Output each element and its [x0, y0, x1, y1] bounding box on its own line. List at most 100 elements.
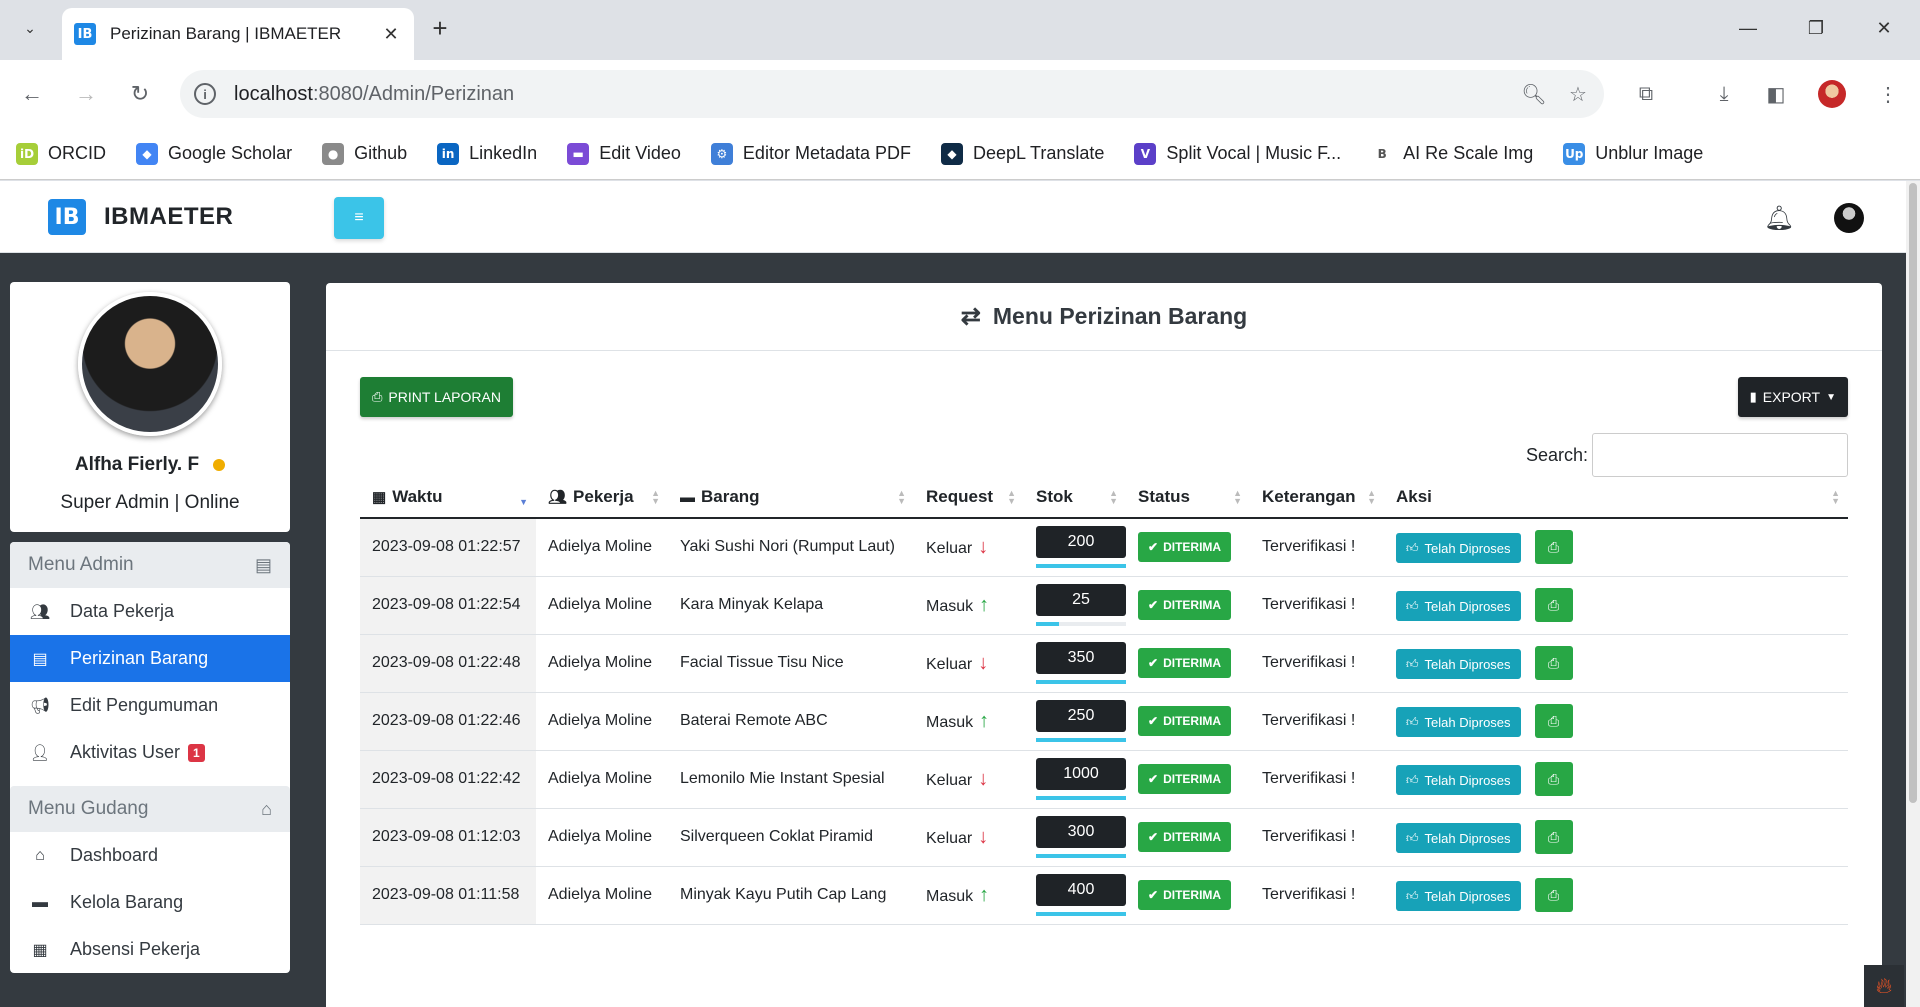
extensions-puzzle-icon[interactable]: ⧉ — [1628, 76, 1664, 112]
processed-button[interactable]: 👍︎ Telah Diproses — [1396, 823, 1521, 853]
sidebar-item-data-pekerja[interactable]: 👥︎ Data Pekerja — [10, 588, 290, 635]
stock-progress-fill — [1036, 912, 1126, 916]
processed-button[interactable]: 👍︎ Telah Diproses — [1396, 649, 1521, 679]
col-status[interactable]: Status ▲ ▼ — [1126, 476, 1250, 519]
page-title-text: Menu Perizinan Barang — [992, 303, 1248, 329]
scrollbar-thumb[interactable] — [1909, 183, 1917, 803]
bookmark-item[interactable]: ◆ Google Scholar — [136, 142, 292, 165]
profile-avatar-icon[interactable] — [1814, 76, 1850, 112]
print-report-label: PRINT LAPORAN — [388, 389, 501, 405]
sidebar-item-absensi-pekerja[interactable]: ▦ Absensi Pekerja — [10, 926, 290, 973]
status-text: DITERIMA — [1163, 656, 1222, 670]
bookmark-item[interactable]: ⚙ Editor Metadata PDF — [710, 142, 911, 165]
sidebar-item-perizinan-barang[interactable]: ▤ Perizinan Barang — [10, 635, 290, 682]
status-badge: ✔ DITERIMA — [1138, 764, 1232, 794]
flame-icon[interactable]: 🔥︎ — [1864, 965, 1904, 1007]
tab-search-chevron-icon[interactable]: ⌄ — [14, 12, 46, 44]
sidebar-item-edit-pengumuman[interactable]: 📢︎ Edit Pengumuman — [10, 682, 290, 729]
processed-button[interactable]: 👍︎ Telah Diproses — [1396, 765, 1521, 795]
zoom-magnifier-icon[interactable]: 🔍︎ — [1516, 76, 1552, 112]
check-icon: ✔ — [1148, 714, 1159, 728]
sidebar-toggle-button[interactable]: ≡ — [334, 197, 384, 239]
bookmark-item[interactable]: in LinkedIn — [437, 142, 537, 165]
address-bar[interactable]: i localhost:8080/Admin/Perizinan 🔍︎ ☆ — [180, 70, 1604, 118]
sort-icon: ▲ ▼ — [1367, 488, 1376, 506]
print-row-button[interactable]: ⎙ — [1534, 704, 1573, 738]
col-keterangan-label: Keterangan — [1262, 486, 1356, 506]
back-arrow-icon[interactable]: ← — [14, 76, 50, 112]
col-stok[interactable]: Stok ▲ ▼ — [1024, 476, 1126, 519]
bookmark-item[interactable]: ▬ Edit Video — [567, 142, 681, 165]
bookmark-favicon-icon: ▬ — [567, 142, 590, 165]
sidebar-item-dashboard[interactable]: ⌂ Dashboard — [10, 832, 290, 879]
bookmark-item[interactable]: ◆ DeepL Translate — [941, 142, 1104, 165]
minimize-icon[interactable]: — — [1724, 10, 1772, 46]
cell-request: Keluar ↓ — [914, 808, 1024, 867]
download-icon[interactable]: ⤓ — [1706, 76, 1742, 112]
restore-icon[interactable]: ❐ — [1792, 10, 1840, 46]
brand[interactable]: IB IBMAETER — [48, 199, 233, 235]
stock-indicator: 300 — [1036, 816, 1126, 858]
print-row-button[interactable]: ⎙ — [1534, 530, 1573, 565]
sidebar-item-aktivitas-user[interactable]: 👤︎ Aktivitas User 1 — [10, 729, 290, 776]
notification-bell-icon[interactable]: 🔔︎ — [1764, 203, 1794, 233]
print-row-button[interactable]: ⎙ — [1534, 820, 1573, 854]
cell-aksi: 👍︎ Telah Diproses ⎙ — [1384, 576, 1848, 635]
print-row-button[interactable]: ⎙ — [1534, 646, 1573, 680]
bookmark-item[interactable]: B AI Re Scale Img — [1371, 142, 1533, 165]
id-card-icon: ▤ — [254, 554, 272, 575]
thumbs-up-icon: 👍︎ — [1406, 598, 1419, 613]
bookmark-item[interactable]: Up Unblur Image — [1563, 142, 1703, 165]
col-pekerja[interactable]: 👥︎ Pekerja ▲ ▼ — [536, 476, 668, 519]
export-dropdown-button[interactable]: ▮ EXPORT ▼ — [1737, 377, 1848, 417]
new-tab-plus-icon[interactable]: + — [424, 12, 456, 44]
status-text: DITERIMA — [1163, 830, 1222, 844]
cell-stok: 1000 — [1024, 750, 1126, 809]
print-row-button[interactable]: ⎙ — [1534, 878, 1573, 912]
bookmark-favicon-icon: ● — [322, 142, 345, 165]
print-report-button[interactable]: ⎙ PRINT LAPORAN — [360, 377, 513, 417]
thumbs-up-icon: 👍︎ — [1406, 656, 1419, 671]
col-waktu[interactable]: ▦ Waktu ▼ — [360, 476, 536, 519]
site-info-icon[interactable]: i — [194, 83, 216, 105]
forward-arrow-icon[interactable]: → — [68, 76, 104, 112]
stock-indicator: 25 — [1036, 584, 1126, 626]
bookmark-favicon-icon: iD — [16, 142, 38, 165]
sidebar-item-label: Edit Pengumuman — [70, 695, 219, 715]
cell-stok: 200 — [1024, 518, 1126, 577]
print-row-button[interactable]: ⎙ — [1534, 588, 1573, 622]
bookmark-favicon-icon: ⚙ — [710, 142, 733, 165]
processed-button[interactable]: 👍︎ Telah Diproses — [1396, 533, 1521, 564]
url-text[interactable]: localhost:8080/Admin/Perizinan — [234, 83, 1516, 106]
reload-icon[interactable]: ↻ — [122, 76, 158, 112]
print-row-button[interactable]: ⎙ — [1534, 762, 1573, 796]
cell-pekerja: Adielya Moline — [536, 518, 668, 577]
col-keterangan[interactable]: Keterangan ▲ ▼ — [1250, 476, 1384, 519]
stock-progress-fill — [1036, 738, 1126, 742]
status-badge: ✔ DITERIMA — [1138, 880, 1232, 910]
processed-button[interactable]: 👍︎ Telah Diproses — [1396, 591, 1521, 621]
bookmark-item[interactable]: iD ORCID — [16, 142, 106, 165]
col-aksi[interactable]: Aksi ▲ ▼ — [1384, 476, 1848, 519]
browser-tab[interactable]: IB Perizinan Barang | IBMAETER ✕ — [62, 8, 414, 60]
processed-button[interactable]: 👍︎ Telah Diproses — [1396, 707, 1521, 737]
page-scrollbar[interactable] — [1906, 181, 1920, 1007]
col-request[interactable]: Request ▲ ▼ — [914, 476, 1024, 519]
permissions-table: ▦ Waktu ▼ 👥︎ Pekerja ▲ ▼ ▬ Barang ▲ ▼ Request ▲ ▼ … — [360, 476, 1848, 925]
stock-progress-fill — [1036, 854, 1126, 858]
bookmark-star-icon[interactable]: ☆ — [1560, 76, 1596, 112]
window-close-icon[interactable]: ✕ — [1860, 10, 1908, 46]
col-barang[interactable]: ▬ Barang ▲ ▼ — [668, 476, 914, 519]
search-input[interactable] — [1592, 433, 1848, 477]
tab-close-icon[interactable]: ✕ — [380, 24, 402, 45]
user-avatar[interactable] — [1834, 203, 1864, 233]
side-panel-icon[interactable]: ◧ — [1758, 76, 1794, 112]
processed-button[interactable]: 👍︎ Telah Diproses — [1396, 881, 1521, 911]
sidebar-item-kelola-barang[interactable]: ▬ Kelola Barang — [10, 879, 290, 926]
cell-keterangan: Terverifikasi ! — [1250, 518, 1384, 577]
browser-menu-kebab-icon[interactable]: ⋮ — [1870, 76, 1906, 112]
bookmark-item[interactable]: ● Github — [322, 142, 407, 165]
status-badge: ✔ DITERIMA — [1138, 822, 1232, 852]
thumbs-up-icon: 👍︎ — [1406, 888, 1419, 903]
bookmark-item[interactable]: V Split Vocal | Music F... — [1134, 142, 1341, 165]
